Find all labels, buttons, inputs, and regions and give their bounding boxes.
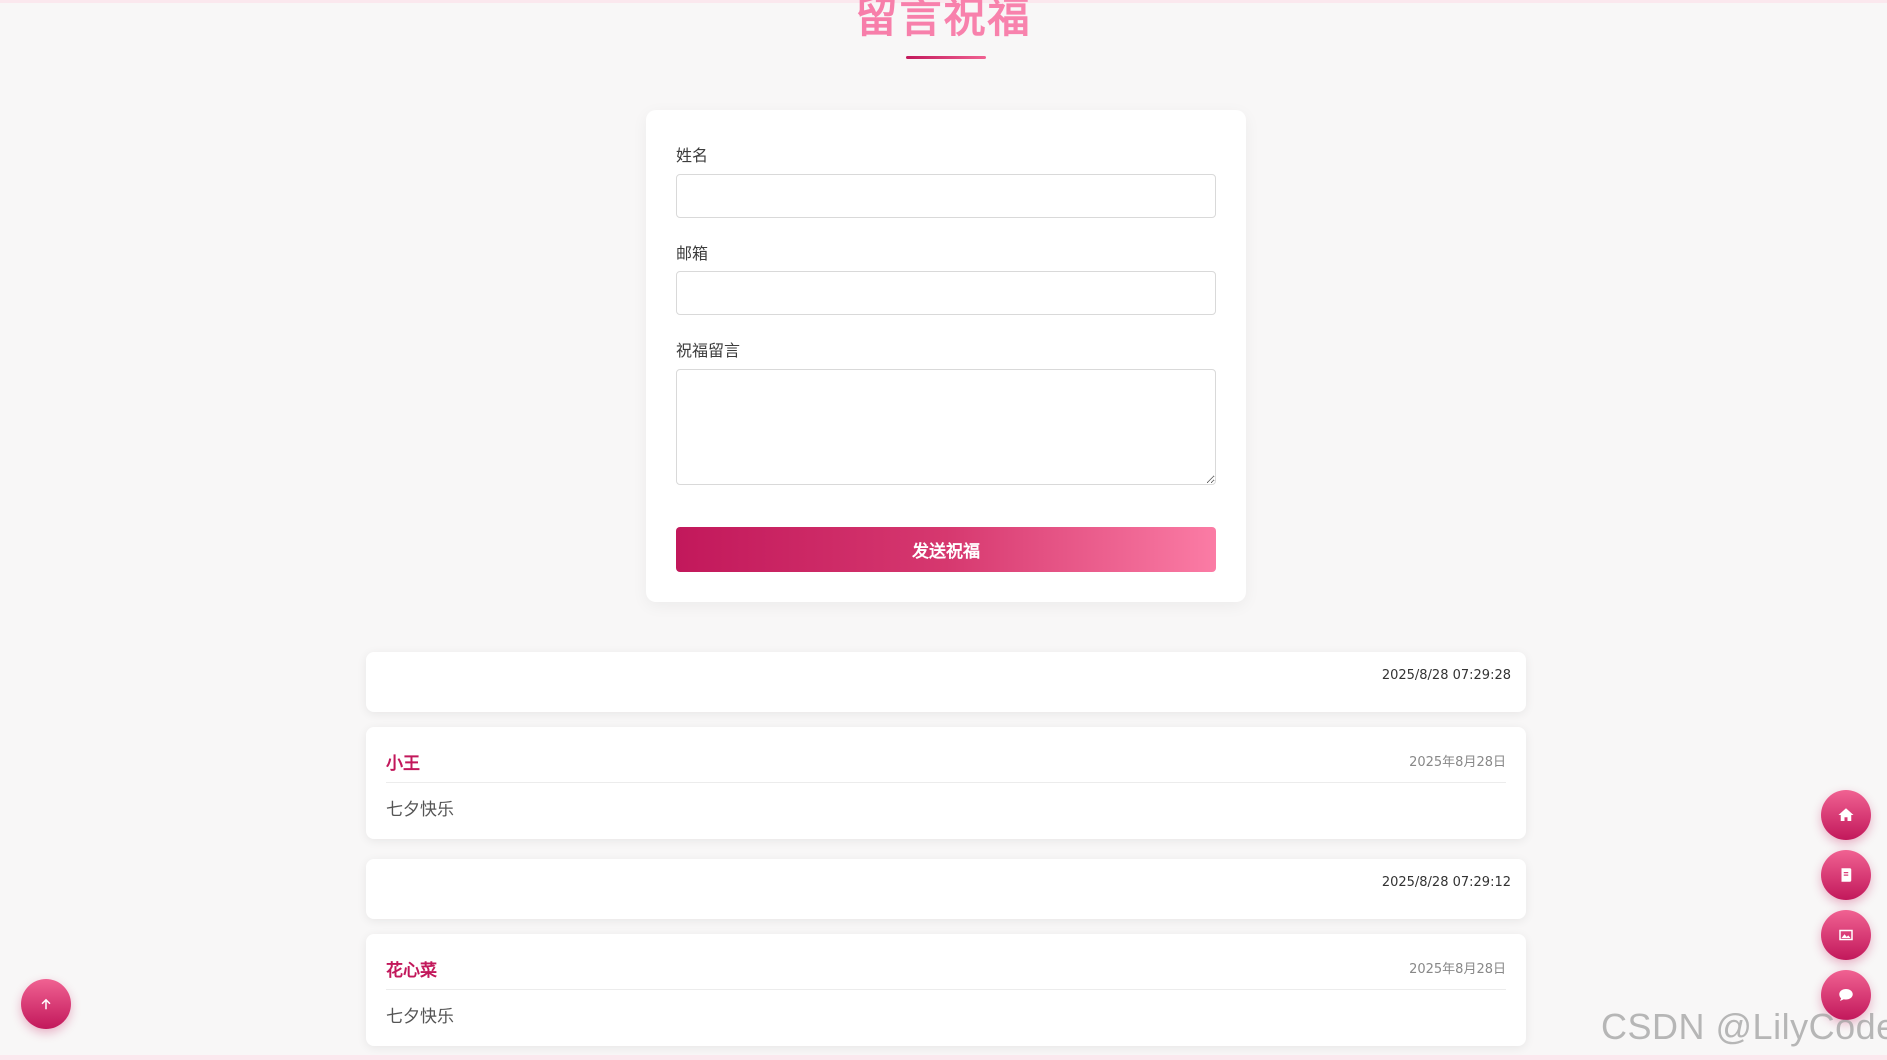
- footer-edge: [0, 1055, 1887, 1060]
- message-card: 花心菜 2025年8月28日 七夕快乐: [366, 934, 1526, 1046]
- message-timestamp: 2025/8/28 07:29:28: [1381, 668, 1511, 683]
- home-button[interactable]: [1821, 790, 1871, 840]
- gallery-button[interactable]: [1821, 910, 1871, 960]
- story-button[interactable]: [1821, 850, 1871, 900]
- arrow-up-icon: [41, 998, 51, 1010]
- message-author: 花心菜: [386, 961, 437, 981]
- watermark: CSDN @LilyCoder: [1601, 1006, 1887, 1047]
- chat-icon: [1839, 989, 1853, 1001]
- back-to-top-button[interactable]: [21, 979, 71, 1029]
- name-label: 姓名: [676, 146, 709, 165]
- message-author: 小王: [386, 754, 420, 774]
- email-input[interactable]: [676, 271, 1216, 315]
- message-card: 2025/8/28 07:29:28: [366, 652, 1526, 712]
- message-text: 七夕快乐: [386, 1007, 454, 1027]
- message-textarea[interactable]: [676, 369, 1216, 485]
- gallery-icon: [1839, 929, 1853, 941]
- message-divider: [386, 989, 1506, 990]
- home-icon: [1838, 808, 1854, 821]
- message-label: 祝福留言: [676, 341, 741, 360]
- email-label: 邮箱: [676, 244, 709, 263]
- message-card: 小王 2025年8月28日 七夕快乐: [366, 727, 1526, 839]
- message-date: 2025年8月28日: [1409, 962, 1506, 977]
- page: 留言祝福 姓名 邮箱 祝福留言 发送祝福 2025/8/28 07:29:28 …: [0, 0, 1887, 1060]
- send-wishes-button[interactable]: 发送祝福: [676, 527, 1216, 572]
- message-timestamp: 2025/8/28 07:29:12: [1381, 875, 1511, 890]
- title-underline: [906, 56, 986, 59]
- section-title: 留言祝福: [0, 0, 1887, 45]
- name-input[interactable]: [676, 174, 1216, 218]
- message-text: 七夕快乐: [386, 800, 454, 820]
- message-card: 2025/8/28 07:29:12: [366, 859, 1526, 919]
- book-icon: [1841, 868, 1852, 882]
- message-divider: [386, 782, 1506, 783]
- message-form: 姓名 邮箱 祝福留言 发送祝福: [646, 110, 1246, 602]
- message-date: 2025年8月28日: [1409, 755, 1506, 770]
